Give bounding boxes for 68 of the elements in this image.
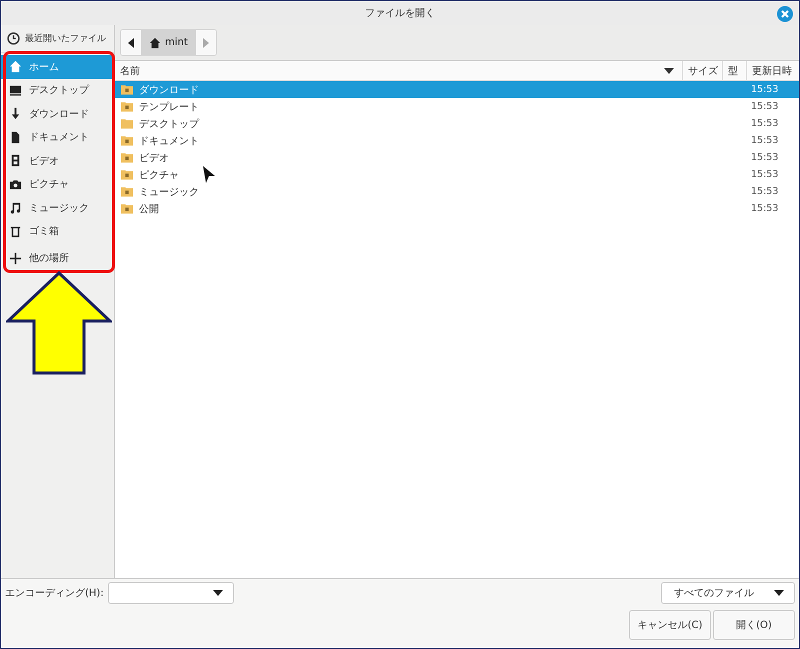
folder-icon [121, 203, 133, 214]
cancel-button[interactable]: キャンセル(C) [629, 610, 711, 640]
picture-icon [9, 178, 22, 191]
sort-arrow-icon [664, 68, 674, 74]
file-name: ミュージック [139, 186, 199, 198]
file-row[interactable]: デスクトップ 15:53 [115, 115, 799, 132]
modified-time: 15:53 [750, 169, 780, 180]
folder-icon [121, 118, 133, 129]
trash-icon [9, 224, 22, 238]
video-icon [9, 154, 22, 168]
file-row[interactable]: ビデオ 15:53 [115, 149, 799, 166]
sidebar-item[interactable]: ビデオ [1, 149, 114, 172]
download-icon [9, 107, 22, 120]
sidebar-item[interactable]: ピクチャ [1, 172, 114, 196]
home-icon [149, 36, 161, 48]
column-header[interactable]: 更新日時 [747, 61, 799, 80]
modified-time: 15:53 [750, 84, 780, 95]
sidebar-item[interactable]: ゴミ箱 [1, 220, 114, 243]
window-title: ファイルを開く [365, 7, 435, 20]
file-filter-dropdown[interactable]: すべてのファイル [661, 582, 795, 604]
folder-icon [121, 152, 133, 163]
left-arrow-icon [128, 38, 134, 48]
file-name: ピクチャ [139, 168, 179, 182]
sidebar-item[interactable]: 他の場所 [1, 248, 114, 268]
sidebar-item[interactable]: ドキュメント [1, 126, 114, 149]
file-name: デスクトップ [139, 118, 199, 130]
open-button[interactable]: 開く(O) [713, 610, 795, 640]
right-arrow-icon [202, 38, 209, 48]
column-header[interactable]: サイズ [683, 61, 723, 80]
file-row[interactable]: ドキュメント 15:53 [115, 132, 799, 149]
sidebar-item[interactable]: デスクトップ [1, 78, 114, 102]
column-header[interactable]: 型 [723, 61, 747, 80]
file-name: ビデオ [139, 152, 169, 164]
path-segment[interactable]: mint [141, 30, 196, 55]
encoding-label: エンコーディング(H): [5, 587, 104, 600]
sidebar-item[interactable]: 最近開いたファイル [1, 25, 114, 53]
music-icon [9, 201, 22, 214]
file-row[interactable]: ミュージック 15:53 [115, 183, 799, 200]
modified-time: 15:53 [750, 101, 780, 112]
dropdown-arrow-icon [212, 590, 223, 596]
file-name: 公開 [139, 202, 159, 216]
modified-time: 15:53 [750, 203, 780, 214]
close-icon[interactable] [777, 6, 793, 22]
sidebar-item[interactable]: ミュージック [1, 196, 114, 220]
modified-time: 15:53 [750, 118, 780, 129]
modified-time: 15:53 [750, 135, 780, 146]
mouse-cursor-icon [203, 166, 215, 184]
clock-icon [7, 32, 20, 45]
folder-icon [121, 169, 133, 180]
document-icon [9, 130, 22, 144]
file-row[interactable]: テンプレート 15:53 [115, 98, 799, 115]
file-name: ドキュメント [139, 134, 199, 148]
folder-icon [121, 101, 133, 112]
file-name: ダウンロード [139, 84, 199, 96]
home-icon [9, 60, 22, 74]
file-row[interactable]: 公開 15:53 [115, 200, 799, 217]
modified-time: 15:53 [750, 186, 780, 197]
folder-icon [121, 135, 133, 146]
file-name: テンプレート [139, 100, 199, 114]
desktop-icon [9, 84, 22, 97]
folder-icon [121, 84, 133, 95]
column-header[interactable]: 名前 [115, 61, 683, 80]
sidebar-item[interactable]: ダウンロード [1, 102, 114, 126]
modified-time: 15:53 [750, 152, 780, 163]
dropdown-arrow-icon [774, 590, 784, 596]
plus-icon [9, 252, 22, 264]
file-row[interactable]: ピクチャ 15:53 [115, 166, 799, 183]
folder-icon [121, 186, 133, 197]
